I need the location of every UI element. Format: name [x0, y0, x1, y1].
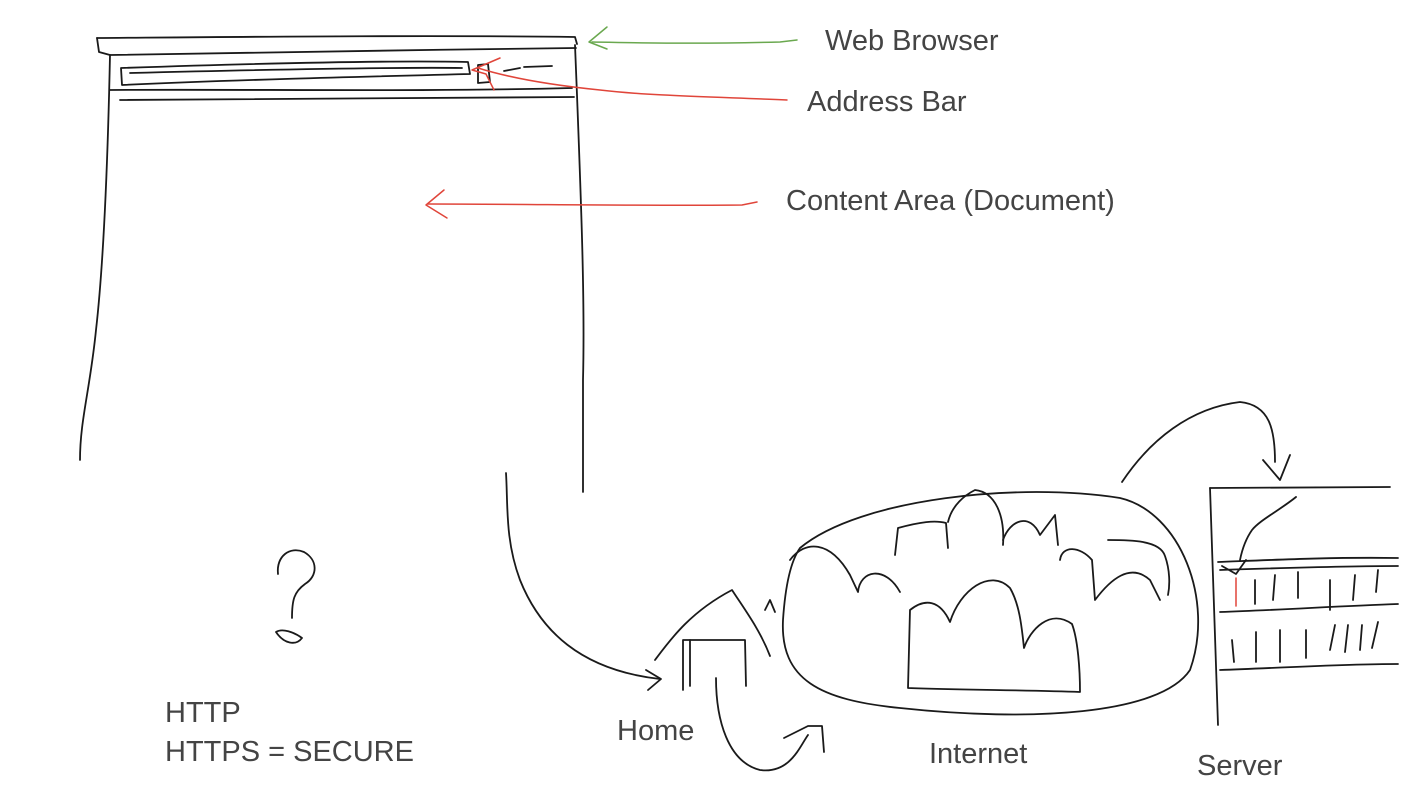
address-bar-label: Address Bar — [807, 86, 967, 118]
question-mark-doodle — [275, 549, 316, 644]
whiteboard-sketch — [79, 26, 1399, 772]
toolbar-line — [109, 47, 577, 56]
browser-left-edge — [79, 37, 111, 461]
server-label: Server — [1197, 750, 1283, 782]
content-area-label: Content Area (Document) — [786, 185, 1115, 217]
internet-label: Internet — [929, 738, 1028, 770]
address-bar-inner — [129, 66, 463, 74]
home-house-sketch — [654, 589, 771, 691]
browser-to-home-arrow — [505, 472, 662, 691]
browser-window-sketch — [79, 35, 585, 493]
web-browser-arrow — [588, 26, 798, 50]
content-area-arrow — [425, 189, 758, 219]
address-bar-arrow — [471, 57, 788, 101]
server-rack-sketch — [1209, 486, 1399, 726]
internet-to-server-arrow — [1121, 401, 1291, 483]
browser-top-edge — [96, 35, 578, 45]
home-to-internet-arrow — [715, 677, 825, 772]
web-browser-label: Web Browser — [825, 25, 999, 57]
tab-strip-line — [109, 87, 573, 92]
browser-right-edge — [574, 44, 585, 493]
address-bar-box — [120, 60, 471, 86]
home-label: Home — [617, 715, 695, 747]
content-top-line — [119, 96, 575, 101]
https-secure-label: HTTPS = SECURE — [165, 736, 414, 768]
http-label: HTTP — [165, 697, 241, 729]
internet-cloud-sketch — [764, 489, 1199, 716]
